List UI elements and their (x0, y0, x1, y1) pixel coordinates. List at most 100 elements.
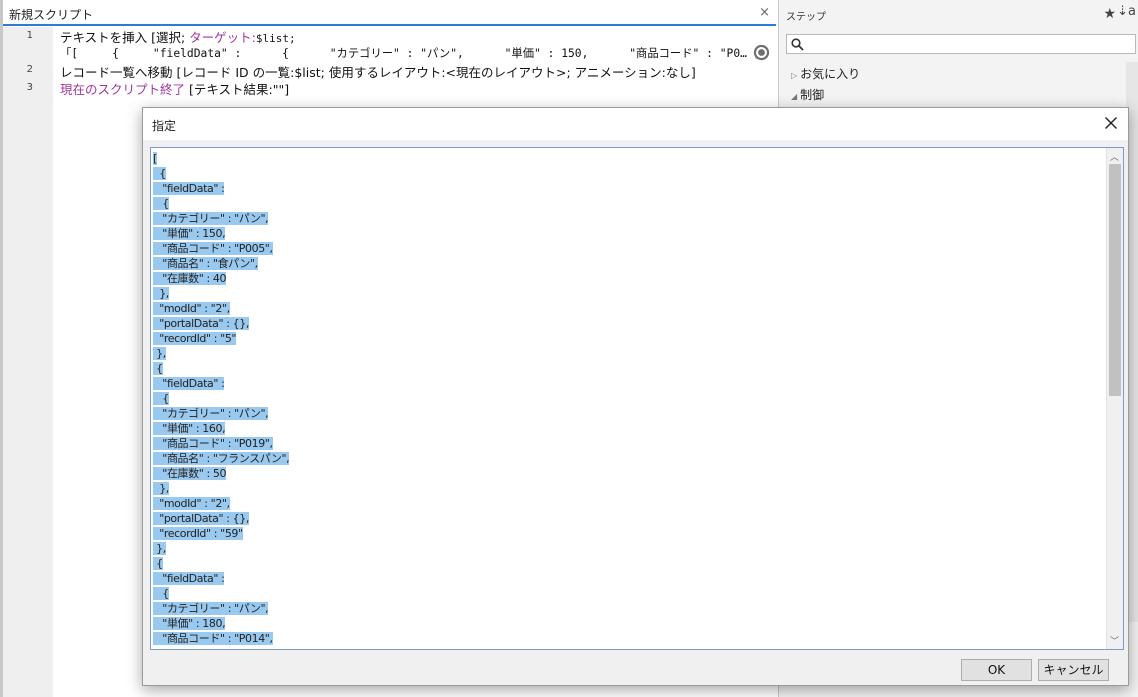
selected-text-run: { (153, 167, 166, 180)
text-line: "fieldData" : (153, 376, 289, 391)
selected-text-run: "modId" : "2", (153, 302, 230, 315)
cancel-button[interactable]: キャンセル (1038, 659, 1109, 681)
selected-text-run: }, (153, 482, 169, 495)
expand-arrow-icon: ▷ (791, 71, 798, 80)
text-line: "商品名" : "フランスパン", (153, 451, 290, 466)
scroll-down-icon[interactable]: ﹀ (1110, 634, 1119, 647)
category-label: 制御 (800, 88, 825, 102)
selected-text-run: { (153, 392, 169, 405)
text-line: "在庫数" : 50 (153, 466, 289, 481)
search-icon (791, 38, 804, 51)
sort-icon[interactable]: ⇣a (1117, 4, 1136, 19)
favorite-star-icon[interactable]: ★ (1103, 6, 1116, 22)
text-line: "在庫数" : 40 (153, 271, 289, 286)
selected-text-run: "portalData" : {}, (153, 512, 249, 525)
text-line: { (153, 196, 289, 211)
selected-text-run: "単価" : 180, (153, 617, 226, 630)
selected-text-run: "portalData" : {}, (153, 317, 249, 330)
selected-text-run: "商品コード" : "P014", (153, 632, 273, 645)
steps-panel-title: ステップ (786, 12, 826, 23)
text-line: "カテゴリー" : "パン", (153, 406, 289, 421)
text-line: "recordId" : "5" (153, 331, 289, 346)
specify-dialog: 指定 [ { "fieldData" : { "カテゴリー" : "パン", "… (142, 107, 1129, 686)
target-variable: $list; (255, 32, 296, 45)
text-line: "単価" : 160, (153, 421, 289, 436)
steps-category-favorites[interactable]: ▷ お気に入り (791, 65, 860, 82)
text-line: "カテゴリー" : "パン", (153, 601, 289, 616)
scrollbar-thumb[interactable] (1109, 164, 1121, 396)
ok-button[interactable]: OK (961, 659, 1032, 681)
script-tab[interactable]: 新規スクリプト × (3, 4, 776, 26)
text-line: "商品コード" : "P019", (153, 436, 289, 451)
selected-text-run: "カテゴリー" : "パン", (153, 212, 269, 225)
selected-text-run: "在庫数" : 40 (153, 272, 227, 285)
collapse-arrow-icon: ◢ (791, 92, 798, 101)
selected-text-run: "商品コード" : "P019", (153, 437, 273, 450)
text-line: "portalData" : {}, (153, 511, 289, 526)
selected-text-run: "カテゴリー" : "パン", (153, 602, 269, 615)
step-name: テキストを挿入 [選択; (60, 30, 190, 45)
selected-text-run: { (153, 587, 169, 600)
text-line: { (153, 166, 289, 181)
text-line: "単価" : 150, (153, 226, 289, 241)
close-tab-icon[interactable]: × (759, 5, 770, 20)
scroll-up-icon[interactable]: ︿ (1110, 150, 1119, 163)
selected-text-run: }, (153, 287, 169, 300)
selected-text-run: "単価" : 150, (153, 227, 226, 240)
close-icon[interactable] (1102, 114, 1120, 132)
text-line: }, (153, 346, 289, 361)
steps-search-input[interactable] (786, 34, 1136, 54)
selected-text-run: { (153, 197, 169, 210)
dialog-title: 指定 (152, 119, 177, 133)
text-line: { (153, 391, 289, 406)
selected-text-run: { (153, 557, 163, 570)
text-line: "商品コード" : "P005", (153, 241, 289, 256)
text-line: { (153, 361, 289, 376)
selected-text-run: "fieldData" : (153, 182, 225, 195)
text-line: { (153, 586, 289, 601)
step-name: 現在のスクリプト終了 (60, 82, 186, 97)
script-step-exit-script[interactable]: 現在のスクリプト終了 [テキスト結果:""] (60, 79, 289, 98)
selected-text-run: "recordId" : "59" (153, 527, 243, 540)
calculation-textarea[interactable]: [ { "fieldData" : { "カテゴリー" : "パン", "単価"… (150, 147, 1124, 650)
target-label: ターゲット: (189, 30, 256, 45)
text-line: { (153, 556, 289, 571)
text-line: "カテゴリー" : "パン", (153, 211, 289, 226)
selected-text-run: "単価" : 160, (153, 422, 226, 435)
textarea-scrollbar[interactable]: ︿ ﹀ (1106, 148, 1123, 649)
line-number: 2 (26, 64, 33, 75)
gear-icon[interactable] (753, 44, 770, 61)
text-line: "modId" : "2", (153, 301, 289, 316)
text-line: }, (153, 541, 289, 556)
script-step-insert-text[interactable]: テキストを挿入 [選択; ターゲット:$list; (60, 27, 296, 46)
category-label: お気に入り (800, 67, 861, 81)
line-number: 3 (26, 82, 33, 93)
script-tab-title: 新規スクリプト (9, 8, 94, 22)
text-line: "fieldData" : (153, 181, 289, 196)
selected-text-run: "modId" : "2", (153, 497, 230, 510)
selected-text-run: "商品名" : "食パン", (153, 257, 258, 270)
script-step-text-value[interactable]: 「[ { "fieldData" : { "カテゴリー" : "パン", "単価… (60, 45, 761, 61)
selected-text-run: "fieldData" : (153, 572, 225, 585)
text-line: "単価" : 180, (153, 616, 289, 631)
selected-text-run: "recordId" : "5" (153, 332, 237, 345)
text-line: "portalData" : {}, (153, 316, 289, 331)
text-line: "商品コード" : "P014", (153, 631, 289, 646)
selected-text: [ { "fieldData" : { "カテゴリー" : "パン", "単価"… (153, 151, 290, 646)
dialog-titlebar: 指定 (143, 108, 1128, 140)
text-line: "modId" : "2", (153, 496, 289, 511)
text-line: "recordId" : "59" (153, 526, 289, 541)
text-line: "商品名" : "食パン", (153, 256, 289, 271)
text-line: }, (153, 286, 289, 301)
selected-text-run: "在庫数" : 50 (153, 467, 227, 480)
selected-text-run: [ (153, 152, 157, 165)
selected-text-run: { (153, 362, 163, 375)
selected-text-run: }, (153, 347, 166, 360)
selected-text-run: "商品名" : "フランスパン", (153, 452, 290, 465)
line-number: 1 (26, 30, 33, 41)
selected-text-run: "fieldData" : (153, 377, 225, 390)
step-options: [テキスト結果:""] (185, 82, 290, 97)
text-line: }, (153, 481, 289, 496)
steps-category-control[interactable]: ◢ 制御 (791, 86, 824, 103)
selected-text-run: "カテゴリー" : "パン", (153, 407, 269, 420)
